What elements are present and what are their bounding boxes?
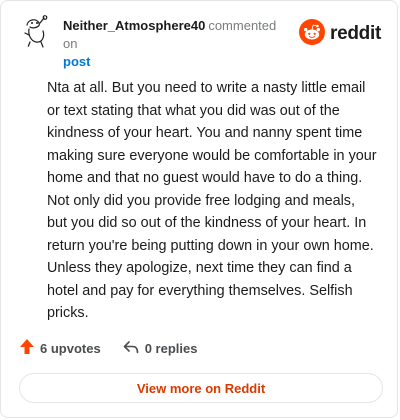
author-name[interactable]: Neither_Atmosphere40 bbox=[63, 18, 205, 33]
reddit-logo-icon bbox=[299, 18, 326, 50]
reply-arrow-icon[interactable] bbox=[123, 340, 139, 357]
reply-count: 0 replies bbox=[144, 340, 198, 356]
upvote-control[interactable]: 6 upvotes bbox=[19, 338, 101, 358]
snoo-avatar-icon[interactable] bbox=[19, 13, 55, 49]
reddit-wordmark: reddit bbox=[330, 23, 381, 44]
reddit-brand[interactable]: reddit bbox=[299, 18, 381, 50]
comment-body: Nta at all. But you need to write a nast… bbox=[47, 80, 377, 321]
comment-footer: 6 upvotes 0 replies bbox=[19, 338, 197, 358]
reply-control[interactable]: 0 replies bbox=[123, 340, 198, 357]
comment-meta: Neither_Atmosphere40 commented on post bbox=[63, 17, 293, 71]
comment-header: Neither_Atmosphere40 commented on post re… bbox=[19, 13, 381, 69]
post-link[interactable]: post bbox=[63, 53, 293, 71]
view-more-button[interactable]: View more on Reddit bbox=[19, 373, 383, 403]
upvote-count: 6 upvotes bbox=[40, 340, 101, 356]
upvote-arrow-icon[interactable] bbox=[19, 338, 35, 358]
comment-embed-card: Neither_Atmosphere40 commented on post re… bbox=[0, 0, 398, 418]
